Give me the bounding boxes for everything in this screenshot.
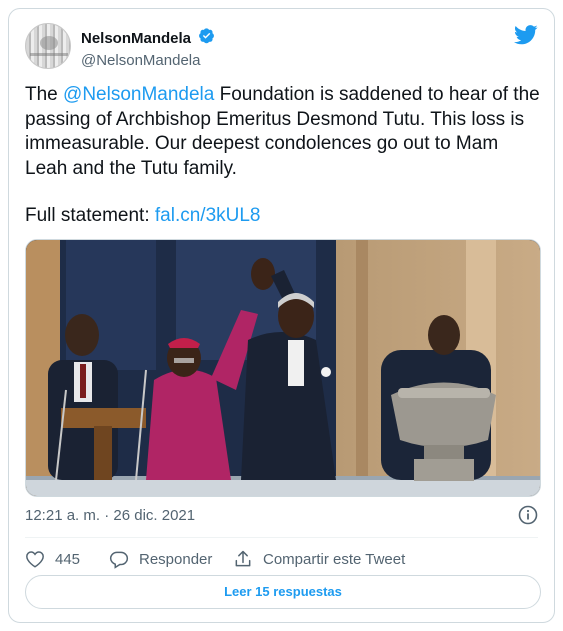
foundation-logo-icon	[40, 36, 58, 50]
heart-icon	[26, 551, 44, 568]
share-label: Compartir este Tweet	[263, 550, 406, 568]
full-statement: Full statement: fal.cn/3kUL8	[25, 205, 261, 227]
share-button[interactable]: Compartir este Tweet	[233, 547, 405, 571]
likes-count: 445	[55, 550, 81, 568]
tweet-text: The @NelsonMandela Foundation is saddene…	[25, 83, 540, 181]
like-button[interactable]: 445	[25, 547, 80, 571]
verified-badge-icon	[198, 27, 215, 49]
avatar[interactable]	[25, 23, 71, 69]
twitter-bird-icon[interactable]	[513, 25, 538, 50]
speech-bubble-icon	[109, 551, 129, 569]
tweet-actions: 445 Responder Compartir este Tweet	[25, 547, 545, 571]
author-names: NelsonMandela @NelsonMandela	[81, 27, 215, 69]
tweet-card: NelsonMandela @NelsonMandela The @Nelson…	[8, 8, 555, 623]
avatar-logo-text	[30, 53, 68, 56]
photo-illustration	[26, 240, 540, 496]
statement-link[interactable]: fal.cn/3kUL8	[155, 205, 261, 226]
info-icon[interactable]	[518, 505, 538, 530]
read-replies-button[interactable]: Leer 15 respuestas	[25, 575, 541, 609]
author-display-name[interactable]: NelsonMandela	[81, 30, 191, 47]
share-upload-icon	[235, 550, 251, 567]
author-handle[interactable]: @NelsonMandela	[81, 52, 215, 69]
tweet-header: NelsonMandela @NelsonMandela	[25, 23, 538, 71]
tweet-photo[interactable]	[25, 239, 541, 497]
reply-button[interactable]: Responder	[109, 547, 212, 571]
statement-label: Full statement:	[25, 205, 155, 226]
divider	[25, 537, 538, 538]
reply-label: Responder	[139, 550, 213, 568]
tweet-text-start: The	[25, 84, 64, 105]
tweet-timestamp[interactable]: 12:21 a. m. · 26 dic. 2021	[25, 507, 195, 524]
mention-link[interactable]: @NelsonMandela	[63, 84, 214, 105]
